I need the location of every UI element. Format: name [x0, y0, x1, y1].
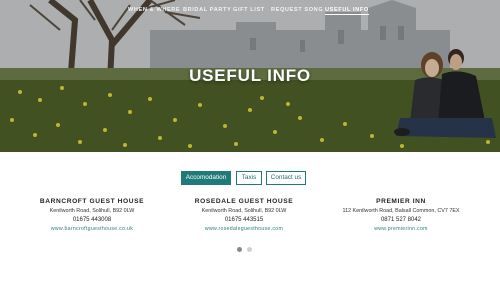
accommodation-address: 112 Kenilworth Road, Balsall Common, CV7…	[342, 208, 460, 214]
tab-accommodation[interactable]: Accomodation	[181, 171, 231, 185]
accommodation-phone: 01675 443008	[72, 217, 112, 223]
nav-item-when-where[interactable]: When & Where	[128, 7, 180, 13]
main-nav: When & Where Bridal Party Gift List Requ…	[0, 7, 500, 19]
accommodation-address: Kenilworth Road, Solihull, B92 0LW	[201, 208, 287, 214]
accommodation-website-link[interactable]: www.rosedaleguesthouse.com	[169, 225, 319, 234]
tab-taxis[interactable]: Taxis	[236, 171, 262, 185]
accommodation-list: BARNCROFT GUEST HOUSE Kenilworth Road, S…	[0, 197, 500, 237]
hero-banner: When & Where Bridal Party Gift List Requ…	[0, 0, 500, 152]
accommodation-name: PREMIER INN	[376, 198, 426, 205]
nav-item-gift-list[interactable]: Gift List	[233, 7, 265, 13]
accommodation-phone: 0871 527 8042	[380, 217, 422, 223]
page-title: USEFUL INFO	[189, 66, 311, 85]
accommodation-phone: 01675 443515	[224, 217, 264, 223]
carousel-pagination	[0, 247, 500, 253]
nav-item-bridal-party[interactable]: Bridal Party	[183, 7, 231, 13]
nav-item-useful-info[interactable]: Useful Info	[325, 7, 369, 15]
carousel-dot-1[interactable]	[237, 247, 242, 252]
nav-item-request-song[interactable]: Request Song	[271, 7, 323, 13]
accommodation-address: Kenilworth Road, Solihull, B92 0LW	[49, 208, 135, 214]
accommodation-website-link[interactable]: www.premierinn.com	[320, 225, 482, 234]
accommodation-card: PREMIER INN 112 Kenilworth Road, Balsall…	[320, 197, 482, 234]
info-tabs: Accomodation Taxis Contact us	[0, 171, 500, 185]
accommodation-website-link[interactable]: www.barncroftguesthouse.co.uk	[17, 225, 167, 234]
accommodation-name: ROSEDALE GUEST HOUSE	[194, 198, 294, 205]
accommodation-card: BARNCROFT GUEST HOUSE Kenilworth Road, S…	[17, 197, 167, 234]
tab-contact-us[interactable]: Contact us	[266, 171, 306, 185]
accommodation-name: BARNCROFT GUEST HOUSE	[39, 198, 145, 205]
accommodation-card: ROSEDALE GUEST HOUSE Kenilworth Road, So…	[169, 197, 319, 234]
carousel-dot-2[interactable]	[247, 247, 252, 252]
